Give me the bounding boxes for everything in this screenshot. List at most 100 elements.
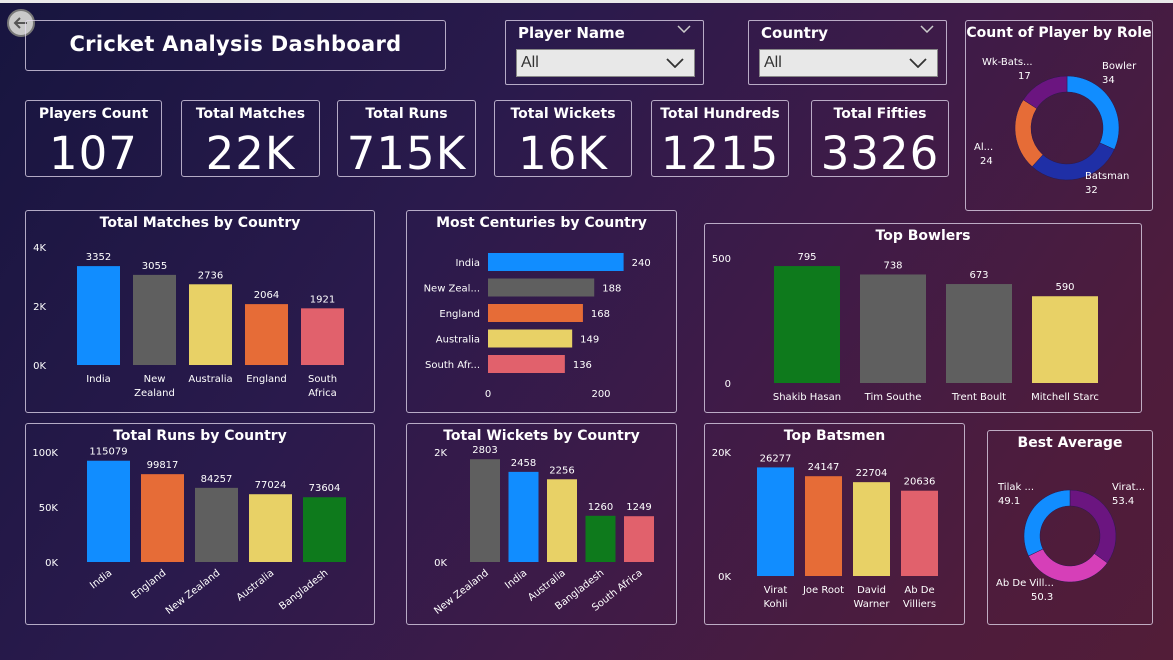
bar[interactable] xyxy=(1032,296,1098,383)
player-name-value: All xyxy=(521,54,539,71)
chevron-down-icon[interactable] xyxy=(920,25,934,33)
bar[interactable] xyxy=(141,474,184,562)
data-label: 26277 xyxy=(760,453,792,464)
data-label: 2803 xyxy=(472,445,497,456)
x-tick-label: New Zealand xyxy=(164,568,223,617)
donut-slice[interactable] xyxy=(1069,489,1117,564)
x-tick-label: India xyxy=(86,374,111,385)
chart-canvas: 0 500 795 Shakib Hasan 738 Tim Southe 673 Trent… xyxy=(712,252,1099,403)
bar[interactable] xyxy=(195,487,238,562)
x-tick-label: 0 xyxy=(485,389,491,400)
x-tick-label: David xyxy=(857,585,886,596)
kpi-label: Total Wickets xyxy=(510,106,616,122)
title-box: Cricket Analysis Dashboard xyxy=(25,20,446,71)
kpi-value: 1215 xyxy=(660,127,780,180)
bar[interactable] xyxy=(488,355,565,373)
x-tick-label: Mitchell Starc xyxy=(1031,392,1099,403)
bar[interactable] xyxy=(189,284,232,365)
bar[interactable] xyxy=(245,304,288,365)
y-tick-label: 0K xyxy=(33,361,46,372)
donut-slice[interactable] xyxy=(1023,489,1071,557)
runs-chart-panel[interactable]: Total Runs by Country 0K 50K 100K 115079 Ind… xyxy=(25,423,375,625)
batsmen-chart-panel[interactable]: Top Batsmen 0K 20K 26277 Virat Kohli 24147 Joe… xyxy=(704,423,965,625)
donut-slice[interactable] xyxy=(1014,99,1044,167)
country-label: Country xyxy=(761,24,829,42)
donut-slice[interactable] xyxy=(1066,75,1120,150)
x-tick-label: Bangladesh xyxy=(277,568,330,613)
bar[interactable] xyxy=(77,266,120,365)
bar[interactable] xyxy=(488,278,595,297)
kpi-label: Players Count xyxy=(38,106,149,122)
y-tick-label: 20K xyxy=(712,448,732,459)
country-value: All xyxy=(764,54,782,71)
data-label: 99817 xyxy=(147,460,179,471)
bar[interactable] xyxy=(805,476,842,576)
wickets-chart-panel[interactable]: Total Wickets by Country 0K 2K 2803 New Zea… xyxy=(406,423,677,625)
bar[interactable] xyxy=(853,482,890,576)
window-top-border xyxy=(0,0,1173,3)
bar[interactable] xyxy=(301,308,344,365)
y-tick-label: 2K xyxy=(33,302,46,313)
kpi-label: Total Runs xyxy=(365,106,448,122)
chevron-down-icon[interactable] xyxy=(677,25,691,33)
y-tick-label: 100K xyxy=(32,448,58,459)
data-label: 84257 xyxy=(201,474,233,485)
bar[interactable] xyxy=(585,515,616,562)
slice-label: Ab De Vill... xyxy=(996,578,1054,589)
bar[interactable] xyxy=(470,459,500,562)
kpi-value: 3326 xyxy=(820,127,940,180)
slice-value: 50.3 xyxy=(1031,592,1053,603)
player-name-slicer[interactable]: Player Name All xyxy=(505,20,704,85)
bar[interactable] xyxy=(133,274,176,365)
x-tick-label: Joe Root xyxy=(802,585,844,596)
bar[interactable] xyxy=(303,497,346,562)
bar[interactable] xyxy=(624,516,654,562)
kpi-value: 715K xyxy=(346,127,467,180)
bar[interactable] xyxy=(488,329,573,348)
x-tick-label: South xyxy=(308,374,337,385)
slice-value: 17 xyxy=(1018,71,1031,82)
matches-chart-panel[interactable]: Total Matches by Country 0K 2K 4K 3352 India… xyxy=(25,210,375,413)
bar[interactable] xyxy=(87,460,130,562)
data-label: 3352 xyxy=(86,252,111,263)
bar[interactable] xyxy=(488,253,624,271)
country-slicer[interactable]: Country All xyxy=(748,20,947,85)
bar[interactable] xyxy=(488,304,583,322)
x-tick-label: Australia xyxy=(235,568,277,604)
y-tick-label: 0K xyxy=(45,558,58,569)
bar[interactable] xyxy=(774,266,840,383)
bar[interactable] xyxy=(757,467,794,576)
data-label: 240 xyxy=(632,258,651,269)
data-label: 1921 xyxy=(310,294,335,305)
y-tick-label: 0K xyxy=(434,558,447,569)
x-tick-label: Kohli xyxy=(763,599,787,610)
player-name-label: Player Name xyxy=(518,24,625,42)
chart-canvas: Bowler 34 Batsman 32 Al... 24 Wk-Bats... 17 xyxy=(974,57,1137,196)
slice-value: 53.4 xyxy=(1112,496,1134,507)
bar[interactable] xyxy=(946,284,1012,383)
x-tick-label: Australia xyxy=(188,374,232,385)
slice-label: Bowler xyxy=(1102,61,1137,72)
kpi-label: Total Hundreds xyxy=(660,106,780,122)
average-donut-panel[interactable]: Best Average Virat... 53.4 Ab De Vill... 50… xyxy=(987,430,1153,625)
bar[interactable] xyxy=(860,274,926,383)
chart-canvas: 0K2K 2803New Zealand2458India2256Australi… xyxy=(432,445,654,617)
x-tick-label: New xyxy=(144,374,166,385)
bar[interactable] xyxy=(901,490,938,576)
centuries-chart-panel[interactable]: Most Centuries by Country 240 India 188 New… xyxy=(406,210,677,413)
data-label: 3055 xyxy=(142,261,167,272)
data-label: 795 xyxy=(797,252,816,263)
x-tick-label: Virat xyxy=(764,585,788,596)
kpi-total-fifties: Total Fifties 3326 xyxy=(811,100,949,180)
country-dropdown[interactable]: All xyxy=(759,49,938,77)
slice-value: 24 xyxy=(980,156,993,167)
data-label: 22704 xyxy=(856,468,888,479)
kpi-value: 107 xyxy=(49,127,138,180)
bar[interactable] xyxy=(547,479,577,562)
bowlers-chart-panel[interactable]: Top Bowlers 0 500 795 Shakib Hasan 738 Tim So… xyxy=(704,223,1142,413)
bar[interactable] xyxy=(249,494,292,562)
role-donut-panel[interactable]: Count of Player by Role Bowler 34 Batsman 3… xyxy=(965,20,1153,211)
player-name-dropdown[interactable]: All xyxy=(516,49,695,77)
kpi-label: Total Fifties xyxy=(833,106,927,122)
bar[interactable] xyxy=(508,471,539,562)
